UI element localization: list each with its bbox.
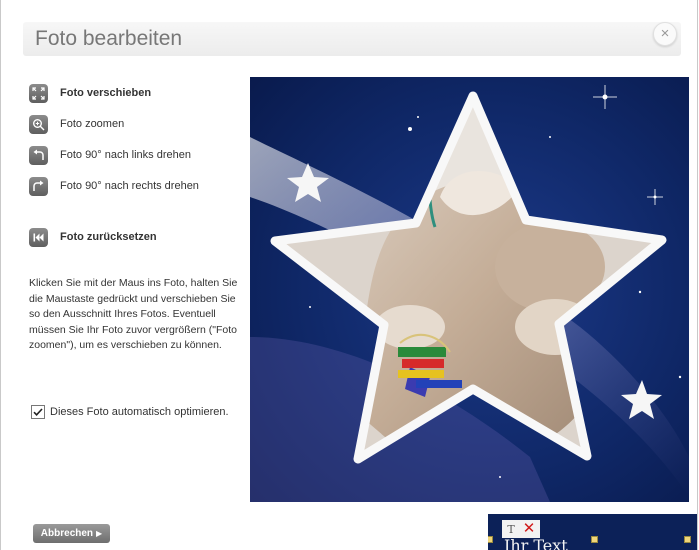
resize-handle[interactable] — [684, 536, 691, 543]
edit-photo-dialog: Foto bearbeiten × Foto verschieben Foto … — [0, 0, 698, 550]
rotate-left-icon — [29, 145, 48, 165]
thumbnail-text: Ihr Text — [504, 536, 568, 550]
help-text: Klicken Sie mit der Maus ins Foto, halte… — [29, 277, 238, 351]
thumbnail-toolbar: T ✕ — [502, 520, 540, 538]
tool-zoom-photo[interactable]: Foto zoomen — [29, 114, 124, 134]
delete-icon[interactable]: ✕ — [520, 520, 538, 538]
tool-reset-photo-label: Foto zurücksetzen — [60, 231, 157, 243]
text-preview-thumbnail[interactable]: Ihr Text T ✕ — [488, 514, 697, 550]
photo-image — [250, 77, 689, 502]
auto-optimize-label: Dieses Foto automatisch optimieren. — [50, 406, 229, 418]
rotate-right-icon — [29, 176, 48, 196]
text-tool-icon[interactable]: T — [502, 523, 520, 536]
dialog-title: Foto bearbeiten — [35, 27, 183, 50]
move-icon — [29, 83, 48, 103]
cancel-button-label: Abbrechen — [40, 528, 94, 539]
photo-canvas[interactable] — [250, 77, 689, 502]
tool-rotate-left-label: Foto 90° nach links drehen — [60, 149, 191, 161]
cancel-button[interactable]: Abbrechen ▶ — [33, 524, 110, 543]
tool-rotate-right[interactable]: Foto 90° nach rechts drehen — [29, 176, 199, 196]
tool-rotate-right-label: Foto 90° nach rechts drehen — [60, 180, 199, 192]
zoom-icon — [29, 114, 48, 134]
tool-rotate-left[interactable]: Foto 90° nach links drehen — [29, 145, 191, 165]
dialog-header: Foto bearbeiten — [23, 22, 681, 56]
tool-reset-photo[interactable]: Foto zurücksetzen — [29, 227, 157, 247]
arrow-right-icon: ▶ — [96, 529, 103, 538]
resize-handle[interactable] — [591, 536, 598, 543]
resize-handle[interactable] — [488, 536, 493, 543]
tool-zoom-photo-label: Foto zoomen — [60, 118, 125, 130]
auto-optimize-option[interactable]: Dieses Foto automatisch optimieren. — [31, 405, 229, 419]
tool-move-photo-label: Foto verschieben — [60, 87, 152, 99]
tool-move-photo[interactable]: Foto verschieben — [29, 83, 151, 103]
close-icon: × — [660, 25, 670, 42]
auto-optimize-checkbox[interactable] — [31, 405, 45, 419]
reset-icon — [29, 227, 48, 247]
close-button[interactable]: × — [653, 22, 677, 46]
